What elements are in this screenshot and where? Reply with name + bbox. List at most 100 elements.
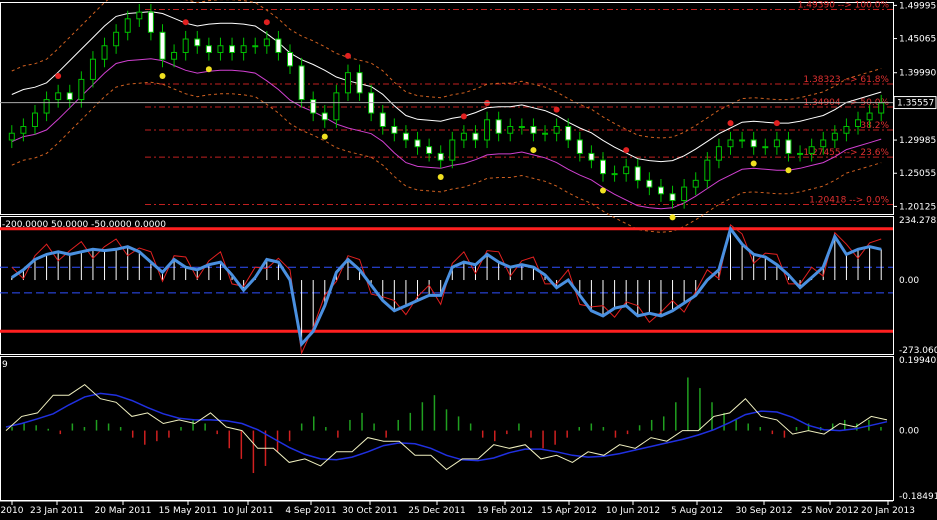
candle-body bbox=[229, 45, 236, 53]
current-price-label: 1.35557 bbox=[897, 99, 934, 109]
time-tick-label: 30 Sep 2012 bbox=[735, 506, 792, 516]
candle-body bbox=[240, 45, 247, 53]
candle-body bbox=[576, 139, 583, 154]
candle-body bbox=[866, 112, 873, 121]
fractal-up-dot bbox=[553, 106, 560, 113]
candle-body bbox=[55, 92, 62, 101]
time-tick-label: 10 Jun 2012 bbox=[606, 506, 660, 516]
candle-body bbox=[437, 152, 444, 161]
time-tick-label: 4 Sep 2011 bbox=[285, 506, 336, 516]
candle-body bbox=[66, 92, 73, 101]
fractal-up-dot bbox=[727, 120, 734, 127]
candle-body bbox=[460, 132, 467, 141]
candle-body bbox=[182, 38, 189, 53]
candle-body bbox=[831, 132, 838, 141]
candle-body bbox=[124, 18, 131, 33]
time-tick-label: 2010 bbox=[1, 506, 24, 516]
envelope-upper-line bbox=[11, 0, 882, 139]
candle-body bbox=[855, 119, 862, 128]
candle-body bbox=[287, 51, 294, 67]
candle-body bbox=[785, 139, 792, 154]
candle-body bbox=[657, 186, 664, 195]
chart-svg: 1.49995 1.45065 1.39990 1.29985 1.25055 1.201… bbox=[0, 0, 937, 516]
fractal-down-dot bbox=[530, 147, 537, 154]
price-tick-label: 1.25055 bbox=[899, 169, 936, 179]
candle-body bbox=[136, 11, 143, 20]
candle-body bbox=[113, 31, 120, 47]
candle-body bbox=[275, 38, 282, 53]
candle-body bbox=[321, 112, 328, 121]
price-tick-label: 1.29985 bbox=[899, 136, 936, 146]
time-tick-label: 10 Jul 2011 bbox=[223, 506, 274, 516]
candle-body bbox=[820, 139, 827, 148]
candle-body bbox=[379, 112, 386, 128]
candle-body bbox=[159, 31, 166, 60]
fractal-up-dot bbox=[623, 147, 630, 154]
candle-body bbox=[843, 126, 850, 134]
fractal-down-dot bbox=[750, 160, 757, 167]
candle-body bbox=[704, 159, 711, 181]
candle-body bbox=[20, 126, 27, 134]
fibo-level-label: 1.38323 --> 61.8% bbox=[803, 75, 889, 85]
candle-body bbox=[553, 126, 560, 134]
fibo-level-label: 1.49390 --> 100.0% bbox=[798, 0, 890, 10]
fractal-down-dot bbox=[159, 73, 166, 80]
time-tick-label: 5 Aug 2012 bbox=[671, 506, 723, 516]
fractal-up-dot bbox=[263, 19, 270, 26]
candle-body bbox=[449, 139, 456, 161]
candle-body bbox=[89, 58, 96, 80]
candle-body bbox=[205, 45, 212, 53]
candle-body bbox=[762, 146, 769, 149]
candle-body bbox=[530, 126, 537, 134]
fractal-down-dot bbox=[321, 133, 328, 140]
candle-body bbox=[31, 112, 38, 128]
candle-body bbox=[8, 132, 15, 141]
candle-body bbox=[669, 193, 676, 202]
candle-body bbox=[611, 173, 618, 176]
fractal-up-dot bbox=[55, 73, 62, 80]
fractal-up-dot bbox=[344, 52, 351, 59]
time-tick-label: 20 Jan 2013 bbox=[861, 506, 915, 516]
trading-chart: 1.49995 1.45065 1.39990 1.29985 1.25055 1.201… bbox=[0, 0, 937, 520]
candle-body bbox=[797, 152, 804, 155]
candle-body bbox=[414, 139, 421, 148]
price-tick-label: 1.39990 bbox=[899, 69, 936, 79]
time-tick-label: 30 Oct 2011 bbox=[342, 506, 398, 516]
candle-body bbox=[634, 166, 641, 181]
cci-line bbox=[10, 225, 882, 348]
fractal-down-dot bbox=[785, 167, 792, 174]
time-tick-label: 19 Feb 2012 bbox=[477, 506, 533, 516]
time-tick-label: 25 Nov 2012 bbox=[801, 506, 859, 516]
time-tick-label: 25 Dec 2011 bbox=[408, 506, 466, 516]
fractal-up-dot bbox=[182, 19, 189, 26]
candle-body bbox=[43, 99, 50, 114]
candle-body bbox=[773, 139, 780, 148]
candle-body bbox=[356, 72, 363, 94]
candle-body bbox=[565, 126, 572, 141]
candle-body bbox=[715, 146, 722, 161]
macd-tick-label: 0.00 bbox=[899, 427, 919, 437]
candle-body bbox=[78, 78, 85, 101]
macd-header-label: 9 bbox=[2, 360, 8, 370]
candle-body bbox=[391, 126, 398, 134]
fractal-down-dot bbox=[669, 214, 676, 221]
candle-body bbox=[739, 139, 746, 142]
panel-frame-0 bbox=[0, 2, 894, 215]
candle-body bbox=[507, 126, 514, 134]
macd-tick-label: 0.199402 bbox=[899, 356, 937, 366]
cci-tick-label: -273.0609 bbox=[899, 346, 937, 356]
candle-body bbox=[171, 51, 178, 60]
macd-tick-label: -0.184919 bbox=[899, 492, 937, 502]
panel-frame-1 bbox=[0, 216, 894, 355]
candle-body bbox=[588, 152, 595, 161]
fractal-down-dot bbox=[599, 187, 606, 194]
candle-body bbox=[344, 72, 351, 94]
candle-body bbox=[484, 119, 491, 141]
time-tick-label: 23 Jan 2011 bbox=[30, 506, 84, 516]
fibo-level-label: 38.2% bbox=[860, 121, 889, 131]
price-tick-label: 1.20125 bbox=[899, 202, 936, 212]
candle-body bbox=[101, 45, 108, 60]
cci-tick-label: 234.2782 bbox=[899, 216, 937, 226]
candle-body bbox=[727, 139, 734, 148]
candle-body bbox=[472, 132, 479, 141]
